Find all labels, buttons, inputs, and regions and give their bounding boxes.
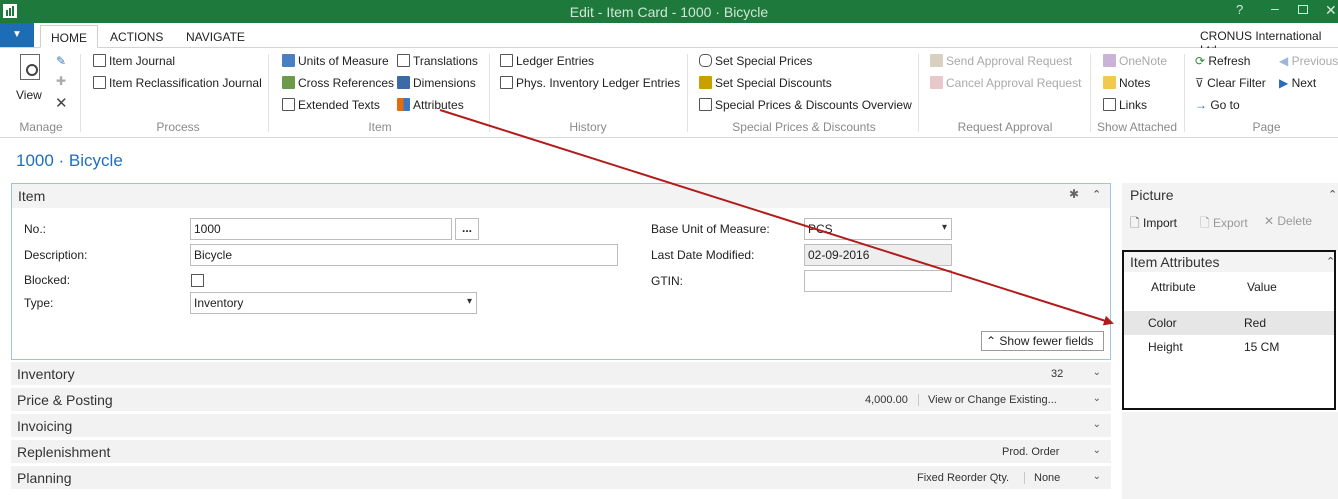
app-window: Edit - Item Card - 1000 · Bicycle ? – ✕ … [0, 0, 1338, 499]
annotation-arrow [439, 109, 1114, 326]
